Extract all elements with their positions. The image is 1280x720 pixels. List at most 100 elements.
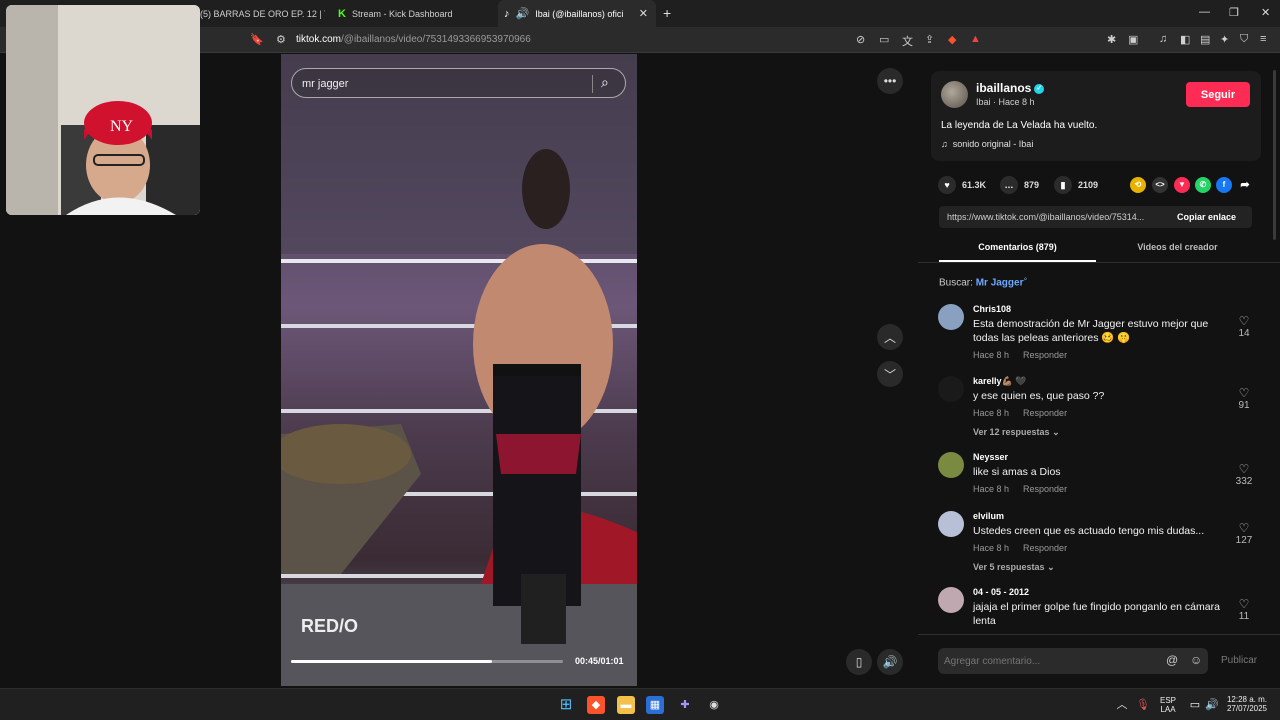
comment-item: 04 - 05 - 2012 jajaja el primer golpe fu…: [938, 587, 1258, 633]
heart-outline-icon: ♡: [1238, 314, 1250, 328]
reply-button[interactable]: Responder: [1023, 408, 1067, 418]
url-domain: tiktok.com: [296, 34, 342, 45]
publish-button[interactable]: Publicar: [1221, 655, 1257, 666]
cast-icon[interactable]: ▭: [879, 33, 889, 46]
tab-tiktok[interactable]: ♪ 🔊 Ibai (@ibaillanos) oficial | TikT ✕: [498, 0, 656, 27]
site-settings-icon[interactable]: ⚙: [276, 33, 286, 46]
screenshot-icon[interactable]: ▣: [1128, 33, 1138, 46]
microphone-icon[interactable]: 🎙: [1134, 696, 1152, 714]
comment-username[interactable]: karelly💪🏽 🖤: [973, 376, 1026, 387]
sidebar-icon[interactable]: ◧: [1180, 33, 1190, 46]
facebook-icon[interactable]: f: [1216, 177, 1232, 193]
tray-chevron-up-icon[interactable]: ︿: [1113, 696, 1131, 714]
picture-in-picture-button[interactable]: ▯: [846, 649, 872, 675]
leo-ai-icon[interactable]: ✦: [1220, 33, 1229, 46]
comment-like[interactable]: ♡ 14: [1230, 314, 1258, 339]
video-link[interactable]: https://www.tiktok.com/@ibaillanos/video…: [947, 212, 1167, 222]
game-controller-icon[interactable]: ✚: [676, 696, 694, 714]
more-options-button[interactable]: •••: [877, 68, 903, 94]
vpn-shield-icon[interactable]: ⛉: [1240, 33, 1248, 46]
next-video-button[interactable]: ﹀: [877, 361, 903, 387]
music-icon[interactable]: ♫: [1159, 33, 1167, 45]
view-replies-button[interactable]: Ver 5 respuestas ⌄: [973, 562, 1055, 573]
speaker-tray-icon[interactable]: 🔊: [1203, 696, 1221, 714]
url-field[interactable]: tiktok.com/@ibaillanos/video/75314933669…: [296, 34, 531, 45]
reply-button[interactable]: Responder: [1023, 543, 1067, 553]
save-action[interactable]: ▮ 2109: [1054, 176, 1098, 194]
new-tab-icon[interactable]: +: [663, 5, 671, 21]
comment-like[interactable]: ♡ 332: [1230, 462, 1258, 487]
share-page-icon[interactable]: ⇪: [925, 33, 934, 46]
windows-start-icon[interactable]: ⊞: [557, 696, 575, 714]
store-icon[interactable]: ▦: [646, 696, 664, 714]
video-search-input[interactable]: [302, 75, 582, 93]
no-track-icon[interactable]: ⊘: [856, 33, 865, 46]
heart-outline-icon: ♡: [1238, 597, 1250, 611]
creator-username: ibaillanos: [976, 81, 1032, 95]
comment-action[interactable]: … 879: [1000, 176, 1039, 194]
menu-icon[interactable]: ≡: [1260, 33, 1266, 45]
comment-like[interactable]: ♡ 127: [1230, 521, 1258, 546]
comment-avatar[interactable]: [938, 587, 964, 613]
comment-avatar[interactable]: [938, 304, 964, 330]
mention-icon[interactable]: @: [1166, 653, 1178, 667]
language-indicator[interactable]: ESP LAA: [1157, 696, 1179, 714]
restore-icon[interactable]: ❐: [1229, 6, 1239, 19]
brave-shield-icon[interactable]: ◆: [948, 33, 956, 46]
search-suggestion[interactable]: Buscar: Mr Jagger⌕: [939, 276, 1027, 288]
follow-button[interactable]: Seguir: [1186, 82, 1250, 107]
comment-username[interactable]: elvilum: [973, 511, 1004, 521]
brave-rewards-icon[interactable]: ▲: [970, 33, 981, 45]
tab-barras-de-oro[interactable]: (5) BARRAS DE ORO EP. 12 | TOTO: [200, 0, 325, 27]
obs-icon[interactable]: ◉: [705, 696, 723, 714]
tab-kick-dashboard[interactable]: K Stream - Kick Dashboard: [338, 0, 498, 27]
file-explorer-icon[interactable]: ▬: [617, 696, 635, 714]
network-icon[interactable]: ▭: [1186, 696, 1204, 714]
comment-like[interactable]: ♡ 11: [1230, 597, 1258, 622]
view-replies-button[interactable]: Ver 12 respuestas ⌄: [973, 427, 1060, 438]
close-tab-icon[interactable]: ✕: [631, 7, 656, 20]
tab-creator-videos[interactable]: Videos del creador: [1099, 242, 1256, 252]
reply-button[interactable]: Responder: [1023, 350, 1067, 360]
comment-avatar[interactable]: [938, 511, 964, 537]
post-description: La leyenda de La Velada ha vuelto.: [941, 120, 1098, 131]
comment-avatar[interactable]: [938, 452, 964, 478]
close-window-icon[interactable]: ✕: [1261, 6, 1270, 19]
tabs-divider: [918, 262, 1280, 263]
translate-icon[interactable]: 文: [902, 33, 913, 49]
video-progress-bar[interactable]: [291, 660, 563, 663]
panel-scrollbar[interactable]: [1273, 70, 1276, 240]
clock[interactable]: 12:28 a. m. 27/07/2025: [1222, 695, 1272, 713]
comment-username[interactable]: Neysser: [973, 452, 1008, 462]
tab-comments[interactable]: Comentarios (879): [939, 242, 1096, 252]
brave-browser-icon[interactable]: ◆: [587, 696, 605, 714]
extensions-icon[interactable]: ✱: [1107, 33, 1116, 46]
wallet-icon[interactable]: ▤: [1200, 33, 1210, 46]
comment-username[interactable]: Chris108: [973, 304, 1011, 314]
send-icon[interactable]: ▼: [1174, 177, 1190, 193]
creator-avatar[interactable]: [941, 81, 968, 108]
repost-icon[interactable]: ⟲: [1130, 177, 1146, 193]
comment-like[interactable]: ♡ 91: [1230, 386, 1258, 411]
whatsapp-icon[interactable]: ✆: [1195, 177, 1211, 193]
creator-username-row[interactable]: ibaillanos ✓: [976, 81, 1045, 95]
post-sound[interactable]: ♫ sonido original - Ibai: [941, 139, 1033, 149]
reply-button[interactable]: Responder: [1023, 484, 1067, 494]
copy-link-button[interactable]: Copiar enlace: [1177, 212, 1236, 222]
video-player[interactable]: RED/O ⌕ 00:45/01:01: [281, 54, 637, 686]
share-arrow-icon[interactable]: ➦: [1237, 177, 1253, 193]
tab-label: (5) BARRAS DE ORO EP. 12 | TOTO: [200, 8, 325, 19]
comment-item: elvilum Ustedes creen que es actuado ten…: [938, 511, 1258, 577]
comment-text: like si amas a Dios: [973, 466, 1061, 478]
emoji-icon[interactable]: ☺: [1190, 653, 1202, 667]
volume-button[interactable]: 🔊: [877, 649, 903, 675]
comment-avatar[interactable]: [938, 376, 964, 402]
embed-icon[interactable]: <>: [1152, 177, 1168, 193]
comment-username[interactable]: 04 - 05 - 2012: [973, 587, 1029, 597]
search-icon[interactable]: ⌕: [601, 74, 609, 91]
bookmark-icon[interactable]: 🔖: [250, 33, 264, 46]
minimize-icon[interactable]: —: [1199, 6, 1210, 18]
like-action[interactable]: ♥ 61.3K: [938, 176, 986, 194]
url-path: /@ibaillanos/video/7531493366953970966: [341, 34, 531, 45]
previous-video-button[interactable]: ︿: [877, 324, 903, 350]
